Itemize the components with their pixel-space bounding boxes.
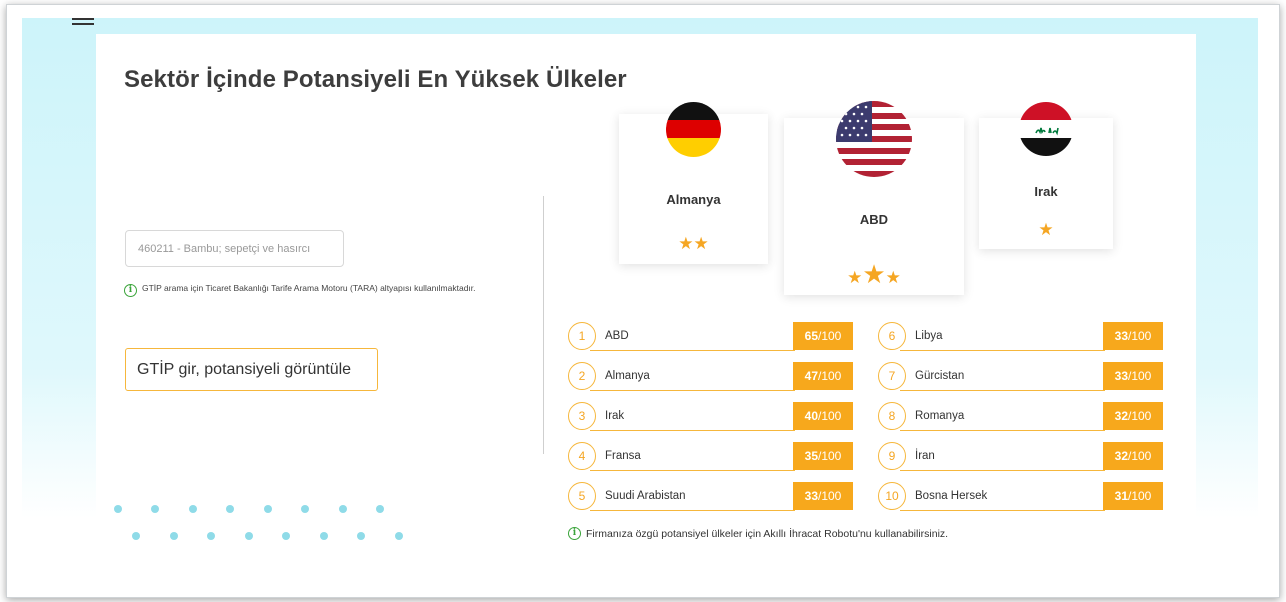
view-potential-button[interactable]: GTİP gir, potansiyeli görüntüle <box>125 348 378 391</box>
rank-score-badge: 32/100 <box>1103 442 1163 470</box>
rank-score-max: /100 <box>818 449 842 463</box>
ranking-row[interactable]: 3 Irak 40/100 <box>568 402 853 432</box>
rank-score-value: 35 <box>804 449 818 463</box>
star-icon: ★ <box>885 268 901 287</box>
rank-number: 4 <box>568 442 596 470</box>
menu-icon[interactable] <box>72 18 94 26</box>
rank-score-badge: 33/100 <box>1103 362 1163 390</box>
rank-score-badge: 35/100 <box>793 442 853 470</box>
ranking-underline <box>900 509 1105 511</box>
rank-score-badge: 33/100 <box>793 482 853 510</box>
rank-country-name: ABD <box>605 330 629 342</box>
rank-score-value: 33 <box>1114 329 1128 343</box>
rank-number: 6 <box>878 322 906 350</box>
rank-score-value: 33 <box>804 489 818 503</box>
rank-country-name: Romanya <box>915 410 965 422</box>
rank-score-max: /100 <box>818 409 842 423</box>
info-icon: i <box>568 527 581 540</box>
rank-number: 2 <box>568 362 596 390</box>
ranking-underline <box>900 429 1105 431</box>
ranking-row[interactable]: 5 Suudi Arabistan 33/100 <box>568 482 853 512</box>
germany-flag-icon <box>666 102 721 157</box>
podium-country-name: Irak <box>1034 184 1058 199</box>
ranking-row[interactable]: 2 Almanya 47/100 <box>568 362 853 392</box>
ranking-underline <box>590 469 795 471</box>
rank-score-badge: 33/100 <box>1103 322 1163 350</box>
podium-stars: ★ <box>979 220 1113 240</box>
podium-stars: ★★★ <box>784 259 964 290</box>
ranking-row[interactable]: 4 Fransa 35/100 <box>568 442 853 472</box>
rank-score-max: /100 <box>818 329 842 343</box>
robot-info-text: Firmanıza özgü potansiyel ülkeler için A… <box>586 527 949 540</box>
iraq-flag-icon <box>1019 102 1073 156</box>
rank-score-max: /100 <box>1128 409 1152 423</box>
info-icon: i <box>124 284 137 297</box>
podium-country-name: Almanya <box>666 192 721 207</box>
rank-number: 3 <box>568 402 596 430</box>
rank-number: 10 <box>878 482 906 510</box>
ranking-underline <box>590 429 795 431</box>
rank-score-value: 31 <box>1114 489 1128 503</box>
rank-score-max: /100 <box>1128 329 1152 343</box>
rank-country-name: Bosna Hersek <box>915 490 988 502</box>
rank-score-value: 32 <box>1114 409 1128 423</box>
rank-number: 9 <box>878 442 906 470</box>
ranking-underline <box>900 389 1105 391</box>
rank-country-name: Irak <box>605 410 625 422</box>
rank-number: 1 <box>568 322 596 350</box>
rank-score-badge: 31/100 <box>1103 482 1163 510</box>
tara-info-note: i GTİP arama için Ticaret Bakanlığı Tari… <box>124 283 484 297</box>
rank-score-max: /100 <box>1128 369 1152 383</box>
rank-number: 5 <box>568 482 596 510</box>
rank-score-value: 40 <box>804 409 818 423</box>
vertical-divider <box>543 196 544 454</box>
page-title: Sektör İçinde Potansiyeli En Yüksek Ülke… <box>124 66 627 93</box>
ranking-underline <box>900 349 1105 351</box>
ranking-underline <box>590 389 795 391</box>
star-icon: ★ <box>847 268 863 287</box>
rank-score-badge: 32/100 <box>1103 402 1163 430</box>
robot-info-note: i Firmanıza özgü potansiyel ülkeler için… <box>568 527 948 540</box>
rank-country-name: Libya <box>915 330 943 342</box>
tara-info-text: GTİP arama için Ticaret Bakanlığı Tarife… <box>142 283 476 293</box>
rank-country-name: Fransa <box>605 450 641 462</box>
rank-score-max: /100 <box>1128 449 1152 463</box>
podium-country-name: ABD <box>859 212 889 227</box>
rank-number: 7 <box>878 362 906 390</box>
rank-score-value: 47 <box>804 369 818 383</box>
rank-country-name: Suudi Arabistan <box>605 490 686 502</box>
ranking-row[interactable]: 8 Romanya 32/100 <box>878 402 1163 432</box>
rank-country-name: Almanya <box>605 370 650 382</box>
ranking-underline <box>900 469 1105 471</box>
rank-score-badge: 65/100 <box>793 322 853 350</box>
rank-country-name: İran <box>915 450 935 462</box>
ranking-row[interactable]: 1 ABD 65/100 <box>568 322 853 352</box>
rank-score-max: /100 <box>818 489 842 503</box>
rank-number: 8 <box>878 402 906 430</box>
rank-score-max: /100 <box>1128 489 1152 503</box>
star-icon: ★ <box>1038 220 1054 239</box>
star-icon: ★ <box>693 234 709 253</box>
rank-score-value: 32 <box>1114 449 1128 463</box>
gtip-search-input[interactable] <box>125 230 344 267</box>
usa-flag-icon <box>836 101 912 177</box>
ranking-row[interactable]: 9 İran 32/100 <box>878 442 1163 472</box>
rank-score-value: 65 <box>804 329 818 343</box>
rank-score-badge: 40/100 <box>793 402 853 430</box>
rank-score-value: 33 <box>1114 369 1128 383</box>
rank-score-max: /100 <box>818 369 842 383</box>
podium-stars: ★★ <box>619 234 768 254</box>
ranking-underline <box>590 349 795 351</box>
ranking-row[interactable]: 10 Bosna Hersek 31/100 <box>878 482 1163 512</box>
ranking-underline <box>590 509 795 511</box>
rank-score-badge: 47/100 <box>793 362 853 390</box>
star-icon: ★ <box>678 234 694 253</box>
ranking-row[interactable]: 7 Gürcistan 33/100 <box>878 362 1163 392</box>
rank-country-name: Gürcistan <box>915 370 965 382</box>
star-icon: ★ <box>862 259 886 289</box>
ranking-row[interactable]: 6 Libya 33/100 <box>878 322 1163 352</box>
